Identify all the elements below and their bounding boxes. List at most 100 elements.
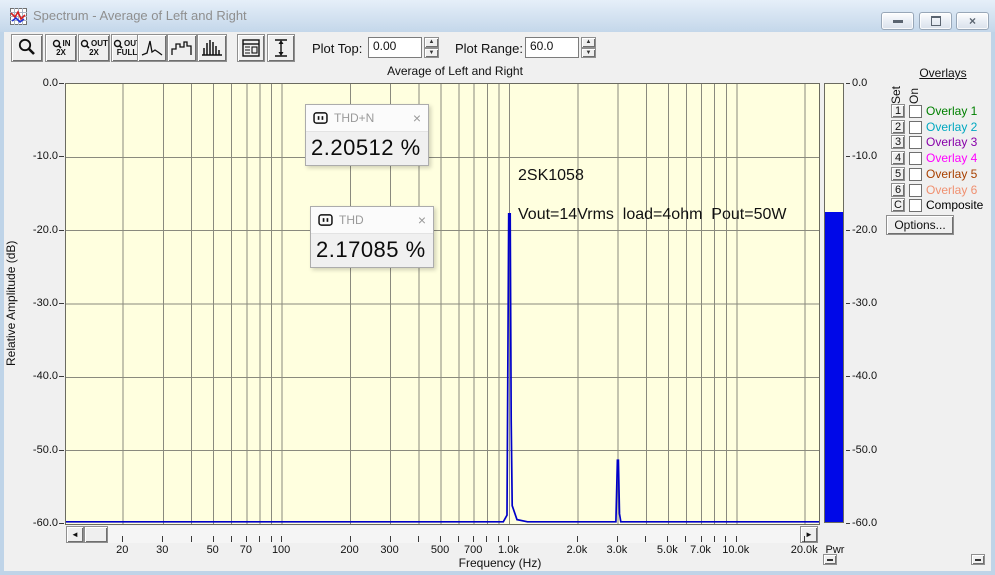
overlay-on-checkbox-C[interactable]	[909, 199, 922, 212]
overlay-on-checkbox-6[interactable]	[909, 184, 922, 197]
scroll-right-icon: ►	[805, 530, 813, 539]
overlay-set-button-3[interactable]: 3	[891, 135, 905, 149]
scrollbar-thumb[interactable]	[84, 526, 108, 543]
scroll-left-button[interactable]: ◄	[66, 526, 84, 543]
dash-icon	[975, 559, 981, 561]
x-tick-mark	[231, 536, 232, 542]
y-tick-label-left: -30.0	[16, 297, 58, 309]
x-tick-label: 2.0k	[555, 544, 599, 556]
annotation-conditions: Vout=14Vrms load=4ohm Pout=50W	[518, 206, 786, 224]
x-tick-label: 3.0k	[595, 544, 639, 556]
x-tick-label: 30	[140, 544, 184, 556]
thdn-title-bar[interactable]: THD+N ×	[306, 105, 428, 132]
overlay-on-checkbox-4[interactable]	[909, 152, 922, 165]
y-tick-mark	[846, 450, 850, 451]
y-tick-label-left: -10.0	[16, 150, 58, 162]
x-tick-mark	[617, 536, 618, 542]
overlay-on-checkbox-3[interactable]	[909, 136, 922, 149]
x-tick-mark	[440, 536, 441, 542]
thd-meter-window[interactable]: THD × 2.17085 %	[310, 206, 434, 268]
restore-icon	[931, 16, 941, 26]
plot-range-input[interactable]: 60.0	[525, 37, 579, 58]
y-tick-mark	[59, 230, 64, 231]
overlay-label-5: Overlay 5	[926, 167, 977, 181]
x-tick-label: 100	[259, 544, 303, 556]
x-tick-mark	[508, 536, 509, 542]
scroll-left-icon: ◄	[71, 530, 79, 539]
zoom-out-label-bottom: 2X	[89, 49, 99, 57]
minimize-button[interactable]	[881, 12, 914, 30]
x-tick-mark	[685, 536, 686, 542]
close-icon: ×	[969, 16, 976, 26]
x-tick-mark	[701, 536, 702, 542]
zoom-in-label-bottom: 2X	[56, 49, 66, 57]
stepped-spectrum-view-button[interactable]	[167, 34, 197, 62]
display-options-button[interactable]	[237, 34, 265, 62]
overlay-label-C: Composite	[926, 198, 983, 212]
x-tick-label: 10.0k	[714, 544, 758, 556]
overlay-on-checkbox-2[interactable]	[909, 121, 922, 134]
spin-down-icon[interactable]: ▼	[581, 48, 596, 59]
x-tick-mark	[390, 536, 391, 542]
overlay-set-button-C[interactable]: C	[891, 198, 905, 212]
y-tick-mark	[846, 83, 850, 84]
y-tick-mark	[59, 376, 64, 377]
spectrum-line-view-button[interactable]	[137, 34, 167, 62]
power-bar-fill	[825, 212, 843, 522]
spin-up-icon[interactable]: ▲	[581, 37, 596, 48]
x-tick-mark	[122, 536, 123, 542]
overlay-set-button-1[interactable]: 1	[891, 104, 905, 118]
annotation-device: 2SK1058	[518, 167, 584, 185]
x-tick-mark	[645, 536, 646, 542]
overlay-options-button[interactable]: Options...	[886, 215, 954, 235]
close-button[interactable]: ×	[956, 12, 989, 30]
y-tick-mark	[846, 303, 850, 304]
overlay-on-checkbox-1[interactable]	[909, 105, 922, 118]
meter-icon	[313, 112, 328, 124]
x-tick-label: 20	[100, 544, 144, 556]
thdn-meter-window[interactable]: THD+N × 2.20512 %	[305, 104, 429, 166]
overlay-set-button-6[interactable]: 6	[891, 183, 905, 197]
dialog-list-icon	[241, 38, 261, 58]
minimize-icon	[893, 20, 903, 23]
zoom-button[interactable]	[11, 34, 43, 62]
overlay-set-button-4[interactable]: 4	[891, 151, 905, 165]
bar-spectrum-view-button[interactable]	[197, 34, 227, 62]
overlay-set-button-5[interactable]: 5	[891, 167, 905, 181]
overlay-set-button-2[interactable]: 2	[891, 120, 905, 134]
plot-top-input[interactable]: 0.00	[368, 37, 422, 58]
range-arrow-icon	[271, 37, 291, 59]
thdn-title: THD+N	[334, 111, 407, 125]
horizontal-scrollbar[interactable]: ◄ ►	[66, 526, 818, 543]
thdn-close-icon[interactable]: ×	[413, 112, 421, 124]
spin-up-icon[interactable]: ▲	[424, 37, 439, 48]
restore-button[interactable]	[919, 12, 952, 30]
plot-area[interactable]	[65, 83, 820, 525]
plot-top-spinner[interactable]: ▲ ▼	[424, 37, 439, 58]
x-tick-mark	[281, 536, 282, 542]
histogram-bars-icon	[201, 38, 223, 58]
x-tick-mark	[736, 536, 737, 542]
x-tick-mark	[191, 536, 192, 542]
thd-close-icon[interactable]: ×	[418, 214, 426, 226]
power-bar	[824, 83, 844, 523]
zoom-in-2x-button[interactable]: IN 2X	[45, 34, 77, 62]
corner-collapse-button[interactable]	[971, 554, 985, 565]
x-tick-mark	[418, 536, 419, 542]
y-tick-label-left: -40.0	[16, 370, 58, 382]
vertical-range-button[interactable]	[267, 34, 295, 62]
y-tick-label-right: 0.0	[852, 77, 867, 89]
x-tick-mark	[725, 536, 726, 542]
title-bar[interactable]: Spectrum - Average of Left and Right ×	[0, 0, 995, 32]
thd-title: THD	[339, 213, 412, 227]
overlay-on-checkbox-5[interactable]	[909, 168, 922, 181]
thd-title-bar[interactable]: THD ×	[311, 207, 433, 234]
spin-down-icon[interactable]: ▼	[424, 48, 439, 59]
meter-icon	[318, 214, 333, 226]
x-tick-mark	[577, 536, 578, 542]
scroll-right-button[interactable]: ►	[800, 526, 818, 543]
spectrum-window: Spectrum - Average of Left and Right × I…	[0, 0, 995, 575]
zoom-out-2x-button[interactable]: OUT 2X	[78, 34, 110, 62]
plot-range-spinner[interactable]: ▲ ▼	[581, 37, 596, 58]
zoom-in-label-top: IN	[63, 40, 71, 48]
